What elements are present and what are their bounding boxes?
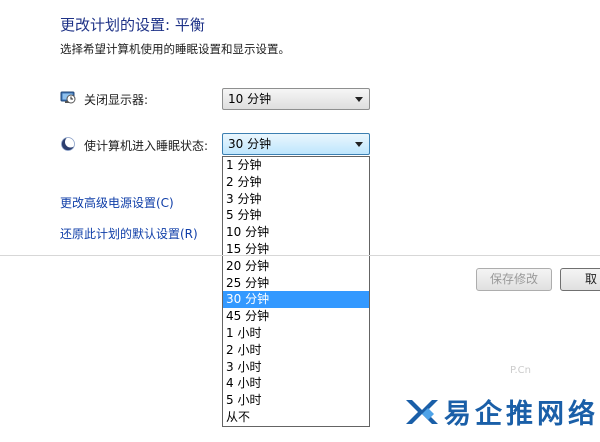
dropdown-option[interactable]: 从不 bbox=[223, 409, 369, 426]
dropdown-option[interactable]: 1 分钟 bbox=[223, 157, 369, 174]
restore-defaults-link[interactable]: 还原此计划的默认设置(R) bbox=[60, 225, 198, 242]
page-title: 更改计划的设置: 平衡 bbox=[60, 16, 205, 34]
dropdown-option[interactable]: 3 小时 bbox=[223, 359, 369, 376]
dropdown-option[interactable]: 4 小时 bbox=[223, 375, 369, 392]
sleep-label: 使计算机进入睡眠状态: bbox=[84, 139, 209, 153]
watermark-brand-text: 易企推网络 bbox=[444, 399, 599, 430]
chevron-down-icon bbox=[355, 142, 363, 147]
dropdown-option[interactable]: 1 小时 bbox=[223, 325, 369, 342]
dropdown-option[interactable]: 5 分钟 bbox=[223, 207, 369, 224]
dropdown-option[interactable]: 2 小时 bbox=[223, 342, 369, 359]
advanced-power-settings-link[interactable]: 更改高级电源设置(C) bbox=[60, 194, 174, 211]
watermark-faint-text: P.Cn bbox=[510, 365, 531, 376]
page-subtitle: 选择希望计算机使用的睡眠设置和显示设置。 bbox=[60, 42, 290, 56]
sleep-value: 30 分钟 bbox=[228, 137, 272, 151]
dropdown-option[interactable]: 25 分钟 bbox=[223, 275, 369, 292]
cancel-button[interactable]: 取 bbox=[560, 268, 600, 291]
chevron-down-icon bbox=[355, 97, 363, 102]
cancel-button-label: 取 bbox=[585, 272, 598, 286]
display-off-value: 10 分钟 bbox=[228, 92, 272, 106]
display-off-select[interactable]: 10 分钟 bbox=[222, 88, 370, 110]
save-button[interactable]: 保存修改 bbox=[476, 268, 552, 291]
dropdown-option[interactable]: 5 小时 bbox=[223, 392, 369, 409]
dropdown-option[interactable]: 10 分钟 bbox=[223, 224, 369, 241]
divider bbox=[0, 255, 600, 256]
sleep-select[interactable]: 30 分钟 bbox=[222, 133, 370, 155]
dropdown-option[interactable]: 45 分钟 bbox=[223, 308, 369, 325]
sleep-dropdown-list[interactable]: 1 分钟 2 分钟 3 分钟 5 分钟 10 分钟 15 分钟 20 分钟 25 分钟 30 分… bbox=[222, 156, 370, 427]
dropdown-option[interactable]: 20 分钟 bbox=[223, 258, 369, 275]
dropdown-option[interactable]: 3 分钟 bbox=[223, 191, 369, 208]
moon-icon bbox=[61, 136, 76, 151]
brand-logo-icon bbox=[406, 400, 438, 424]
monitor-clock-icon bbox=[60, 91, 76, 104]
dropdown-option[interactable]: 2 分钟 bbox=[223, 174, 369, 191]
display-off-label: 关闭显示器: bbox=[84, 93, 149, 107]
dropdown-option[interactable]: 30 分钟 bbox=[223, 291, 369, 309]
